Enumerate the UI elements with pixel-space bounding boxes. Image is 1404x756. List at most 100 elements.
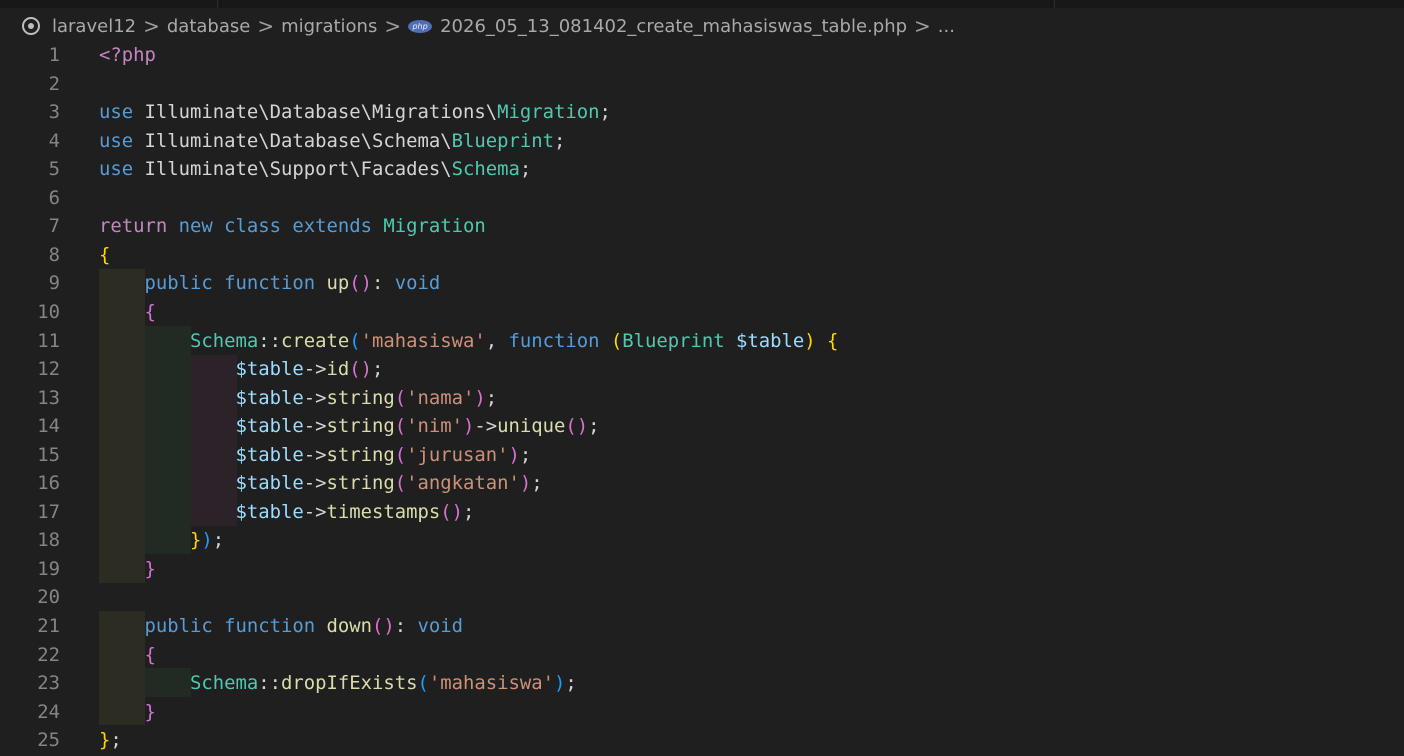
code-text: } [99,698,156,727]
code-line[interactable]: 5 use Illuminate\Support\Facades\Schema; [0,155,1404,184]
code-text: public function up(): void [99,269,441,298]
code-token: void [417,615,464,637]
code-text: Schema::create('mahasiswa', function (Bl… [99,327,838,356]
code-line[interactable]: 24 } [0,698,1404,727]
code-token: () [349,358,372,381]
code-token: string [326,415,395,438]
code-line[interactable]: 21 public function down(): void [0,612,1404,641]
code-token: up [326,272,350,295]
code-text: $table->string('nama'); [99,384,497,413]
line-number: 3 [48,101,60,124]
code-token: ( [349,329,361,352]
chevron-right-icon: > [257,14,275,38]
code-token: new [178,215,213,238]
code-token: Illuminate\Database\Schema\ [133,129,452,152]
code-editor[interactable]: 1 <?php 2 3 use Illuminate\Database\Migratio… [0,41,1404,756]
code-token: , [485,329,509,352]
code-token: function [508,329,600,352]
code-line[interactable]: 23 Schema::dropIfExists('mahasiswa'); [0,669,1404,698]
code-token: ; [110,729,122,752]
code-token: 'mahasiswa' [360,329,486,352]
line-number: 8 [48,243,60,266]
code-token: 'angkatan' [406,472,520,495]
code-token: ( [394,443,407,466]
code-line[interactable]: 16 $table->string('angkatan'); [0,469,1404,498]
code-token: :: [258,672,281,695]
code-token: -> [303,358,327,381]
code-line[interactable]: 7 return new class extends Migration [0,212,1404,241]
code-line[interactable]: 6 [0,184,1404,213]
breadcrumb-item-file[interactable]: 2026_05_13_081402_create_mahasiswas_tabl… [440,16,907,37]
line-number: 25 [37,729,60,752]
code-token: ( [610,329,623,352]
code-line[interactable]: 20 [0,583,1404,612]
code-text: $table->timestamps(); [99,498,474,527]
code-token: -> [303,472,327,495]
code-token: return [99,215,168,238]
code-text: $table->string('jurusan'); [99,441,531,470]
breadcrumb-item-database[interactable]: database [167,16,250,37]
code-line[interactable]: 19 } [0,555,1404,584]
code-line[interactable]: 17 $table->timestamps(); [0,498,1404,527]
breadcrumb: laravel12 > database > migrations > php … [0,8,1404,44]
code-line[interactable]: 12 $table->id(); [0,355,1404,384]
code-token: $table [235,443,304,466]
code-token: function [224,272,316,295]
code-token: ( [394,415,407,438]
code-line[interactable]: 22 { [0,641,1404,670]
code-token: ; [599,101,611,124]
breadcrumb-item-migrations[interactable]: migrations [281,16,377,37]
code-token: ; [588,415,600,438]
code-token: string [326,386,395,409]
code-token: -> [474,415,498,438]
code-line[interactable]: 9 public function up(): void [0,269,1404,298]
code-text: use Illuminate\Database\Schema\Blueprint… [99,127,565,156]
code-token: { [826,329,839,352]
code-text: Schema::dropIfExists('mahasiswa'); [99,669,577,698]
code-token: ; [531,472,543,495]
code-line[interactable]: 13 $table->string('nama'); [0,384,1404,413]
code-text: { [99,298,156,327]
source-control-icon [22,17,40,35]
code-token: ( [394,386,407,409]
code-token: Schema [190,672,259,695]
breadcrumb-item-symbol[interactable]: ... [938,16,955,37]
code-token: { [144,300,156,323]
code-line[interactable]: 1 <?php [0,41,1404,70]
code-token: extends [292,215,372,238]
code-token: 'jurusan' [406,443,509,466]
code-token: string [326,472,395,495]
tab-divider [217,0,218,8]
code-line[interactable]: 15 $table->string('jurusan'); [0,441,1404,470]
code-text: } [99,555,156,584]
code-line[interactable]: 18 }); [0,526,1404,555]
code-token: string [326,443,395,466]
code-token: $table [235,472,304,495]
line-number: 20 [37,586,60,609]
code-line[interactable]: 25}; [0,726,1404,755]
code-token: create [281,329,350,352]
line-number: 5 [48,158,60,181]
code-line[interactable]: 11 Schema::create('mahasiswa', function … [0,327,1404,356]
code-line[interactable]: 10 { [0,298,1404,327]
code-line[interactable]: 2 [0,70,1404,99]
code-token: down [326,615,373,637]
line-number: 10 [37,300,60,323]
line-number: 7 [48,215,60,238]
line-number: 1 [48,44,60,66]
code-line[interactable]: 8{ [0,241,1404,270]
code-line[interactable]: 3 use Illuminate\Database\Migrations\Migr… [0,98,1404,127]
breadcrumb-item-project[interactable]: laravel12 [52,16,136,37]
code-token: $table [235,386,304,409]
code-line[interactable]: 4 use Illuminate\Database\Schema\Blueprin… [0,127,1404,156]
code-text: public function down(): void [99,612,464,641]
code-line[interactable]: 14 $table->string('nim')->unique(); [0,412,1404,441]
